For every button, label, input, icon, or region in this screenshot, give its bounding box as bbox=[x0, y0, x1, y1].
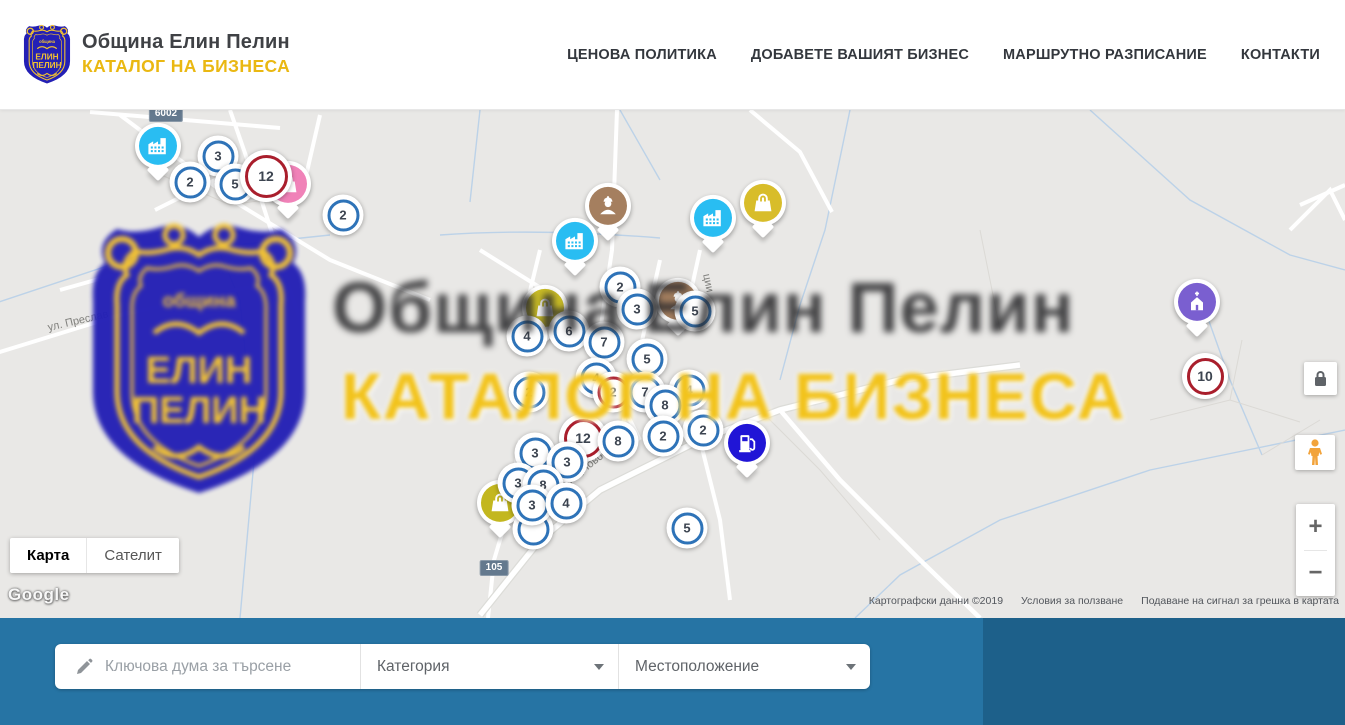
cluster-count: 4 bbox=[511, 320, 543, 352]
site-subtitle: КАТАЛОГ НА БИЗНЕСА bbox=[82, 56, 290, 77]
keyword-section bbox=[55, 644, 360, 689]
cluster-count: 2 bbox=[174, 166, 206, 198]
worker-icon bbox=[589, 187, 627, 225]
cluster-count: 2 bbox=[687, 414, 719, 446]
map-pin-factory[interactable] bbox=[552, 218, 598, 264]
cluster-count: 5 bbox=[671, 512, 703, 544]
search-bar: Категория Местоположение bbox=[0, 618, 1345, 725]
map-data-copyright: Картографски данни ©2019 bbox=[869, 595, 1003, 607]
cluster-count: 10 bbox=[1187, 358, 1224, 395]
cluster-marker[interactable]: 2 bbox=[323, 195, 364, 236]
map-type-satellite-button[interactable]: Сателит bbox=[86, 538, 179, 573]
map-attribution: Картографски данни ©2019 Условия за ползв… bbox=[869, 595, 1339, 607]
pegman-icon bbox=[1307, 439, 1323, 466]
cluster-count: 2 bbox=[647, 420, 679, 452]
scroll-lock-button[interactable] bbox=[1304, 362, 1337, 395]
cluster-marker[interactable]: 7 bbox=[584, 322, 625, 363]
cluster-count: 5 bbox=[679, 295, 711, 327]
cluster-count: 5 bbox=[631, 343, 663, 375]
map-pin-worker[interactable] bbox=[585, 183, 631, 229]
cluster-count: 3 bbox=[516, 489, 548, 521]
cluster-marker[interactable]: 3 bbox=[617, 289, 658, 330]
category-dropdown-label: Категория bbox=[377, 658, 586, 676]
cluster-count: 2 bbox=[513, 376, 545, 408]
cluster-count: 6 bbox=[553, 315, 585, 347]
keyword-search-input[interactable] bbox=[105, 658, 335, 676]
cluster-marker[interactable]: 2 bbox=[170, 162, 211, 203]
pencil-icon bbox=[75, 658, 93, 676]
map-pin-factory[interactable] bbox=[690, 195, 736, 241]
header: община ЕЛИН ПЕЛИН Община Елин Пелин КАТА… bbox=[0, 0, 1345, 110]
map-canvas[interactable]: ул. Преславбул. „Новоселции 6002105 3251… bbox=[0, 110, 1345, 618]
page: община ЕЛИН ПЕЛИН Община Елин Пелин КАТА… bbox=[0, 0, 1345, 725]
cluster-marker[interactable]: 2 bbox=[683, 410, 724, 451]
search-bar-right-panel bbox=[983, 618, 1345, 725]
cluster-marker[interactable]: 4 bbox=[546, 483, 587, 524]
factory-icon bbox=[139, 127, 177, 165]
location-dropdown-label: Местоположение bbox=[635, 658, 838, 676]
svg-text:ЕЛИН: ЕЛИН bbox=[35, 53, 58, 62]
map-pin-bag[interactable] bbox=[740, 180, 786, 226]
cluster-marker[interactable]: 5 bbox=[675, 291, 716, 332]
cluster-marker[interactable]: 5 bbox=[667, 508, 708, 549]
map-pin-church[interactable] bbox=[1174, 279, 1220, 325]
cluster-count: 3 bbox=[621, 293, 653, 325]
main-nav: ЦЕНОВА ПОЛИТИКА ДОБАВЕТЕ ВАШИЯТ БИЗНЕС МАР… bbox=[533, 0, 1320, 110]
factory-icon bbox=[556, 222, 594, 260]
nav-item-contacts[interactable]: КОНТАКТИ bbox=[1241, 47, 1320, 63]
svg-text:ПЕЛИН: ПЕЛИН bbox=[32, 61, 61, 70]
map-pin-fuel[interactable] bbox=[724, 420, 770, 466]
google-logo[interactable]: Google bbox=[8, 585, 70, 605]
category-dropdown[interactable]: Категория bbox=[360, 644, 618, 689]
search-form: Категория Местоположение bbox=[55, 644, 870, 689]
cluster-count: 7 bbox=[588, 326, 620, 358]
cluster-marker[interactable]: 2 bbox=[509, 372, 550, 413]
municipality-logo-icon: община ЕЛИН ПЕЛИН bbox=[22, 22, 72, 86]
location-dropdown[interactable]: Местоположение bbox=[618, 644, 870, 689]
church-icon bbox=[1178, 283, 1216, 321]
site-title: Община Елин Пелин bbox=[82, 31, 290, 54]
cluster-count: 8 bbox=[602, 425, 634, 457]
map-pin-factory[interactable] bbox=[135, 123, 181, 169]
fuel-icon bbox=[728, 424, 766, 462]
nav-item-add-business[interactable]: ДОБАВЕТЕ ВАШИЯТ БИЗНЕС bbox=[751, 47, 969, 63]
zoom-out-button[interactable]: − bbox=[1296, 550, 1335, 596]
brand[interactable]: община ЕЛИН ПЕЛИН Община Елин Пелин КАТА… bbox=[22, 22, 290, 86]
map-type-map-button[interactable]: Карта bbox=[10, 538, 86, 573]
cluster-count: 4 bbox=[550, 487, 582, 519]
cluster-marker[interactable]: 2 bbox=[643, 416, 684, 457]
cluster-count: 2 bbox=[327, 199, 359, 231]
brand-text: Община Елин Пелин КАТАЛОГ НА БИЗНЕСА bbox=[82, 31, 290, 77]
chevron-down-icon bbox=[594, 664, 604, 670]
attribution-link[interactable]: Подаване на сигнал за грешка в картата bbox=[1141, 595, 1339, 607]
cluster-marker[interactable]: 10 bbox=[1182, 353, 1228, 399]
zoom-control: + − bbox=[1296, 504, 1335, 596]
marker-layer: 325122235647542274822128333834510 bbox=[0, 110, 1345, 618]
nav-item-route-schedule[interactable]: МАРШРУТНО РАЗПИСАНИЕ bbox=[1003, 47, 1207, 63]
bag-icon bbox=[744, 184, 782, 222]
map-type-control: Карта Сателит bbox=[10, 538, 179, 573]
lock-icon bbox=[1313, 370, 1328, 387]
factory-icon bbox=[694, 199, 732, 237]
cluster-marker[interactable]: 12 bbox=[240, 150, 292, 202]
attribution-link[interactable]: Условия за ползване bbox=[1021, 595, 1123, 607]
cluster-count: 12 bbox=[245, 155, 288, 198]
chevron-down-icon bbox=[846, 664, 856, 670]
zoom-in-button[interactable]: + bbox=[1296, 504, 1335, 550]
cluster-marker[interactable]: 4 bbox=[507, 316, 548, 357]
cluster-marker[interactable]: 8 bbox=[598, 421, 639, 462]
svg-text:община: община bbox=[39, 39, 56, 44]
nav-item-pricing[interactable]: ЦЕНОВА ПОЛИТИКА bbox=[567, 47, 717, 63]
street-view-pegman-button[interactable] bbox=[1295, 435, 1335, 470]
